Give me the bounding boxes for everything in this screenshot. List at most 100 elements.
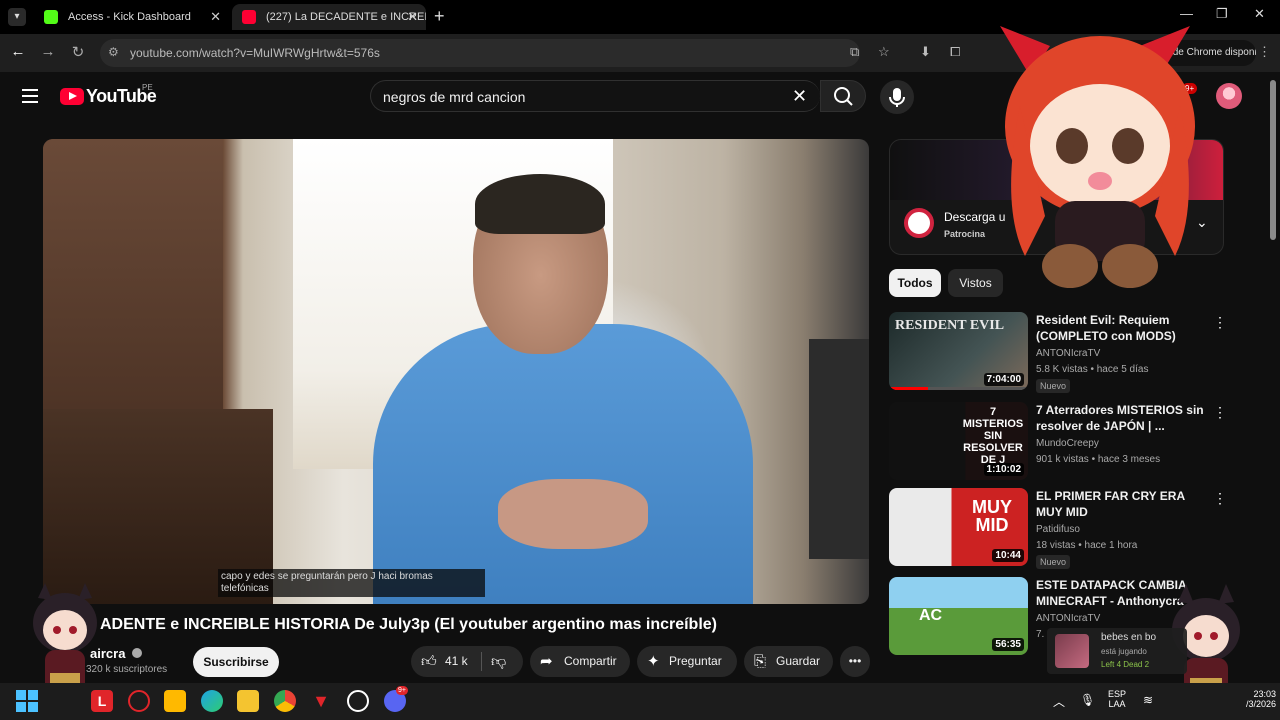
channel-name[interactable]: ANTONIcraTV [1036,613,1100,624]
file-explorer-icon[interactable] [237,690,259,712]
video-title[interactable]: Resident Evil: Requiem (COMPLETO con MOD… [1036,312,1211,344]
video-duration: 56:35 [992,638,1024,651]
country-code: PE [142,83,153,92]
maximize-button[interactable]: ❐ [1216,6,1228,22]
recommendation-item[interactable]: MUY MID 10:44 EL PRIMER FAR CRY ERA MUY … [889,488,1229,570]
game-activity-notification: bebes en bo está jugando Left 4 Dead 2 [1047,628,1187,674]
video-player[interactable]: capo y edes se preguntarán pero J haci b… [43,139,869,604]
chip-todos[interactable]: Todos [889,269,941,297]
tab-search-button[interactable]: ▾ [8,8,26,26]
menu-icon[interactable] [22,89,38,103]
thumbnail-text: 7 MISTERIOS SIN RESOLVER DE J [962,406,1024,466]
channel-name[interactable]: ANTONIcraTV [1036,348,1100,359]
opera-logo-icon [904,208,934,238]
new-tab-button[interactable]: + [434,6,445,27]
video-meta: 5.8 K vistas • hace 5 días [1036,364,1149,375]
video-thumbnail[interactable]: RESIDENT EVIL 7:04:00 [889,312,1028,390]
obs-icon[interactable] [347,690,369,712]
clock-date: /3/2026 [1245,699,1276,709]
watch-progress-bar [889,387,1028,390]
clock[interactable]: 23:03 /3/2026 [1236,689,1276,709]
share-button[interactable]: ➦ Compartir [530,646,630,677]
subscribe-button[interactable]: Suscribirse [193,647,279,677]
show-hidden-icons[interactable]: ︿ [1053,693,1065,710]
more-actions-button[interactable]: ••• [840,646,870,677]
thumbnail-text: MUY MID [972,497,1012,535]
more-options-icon[interactable]: ⋮ [1213,490,1227,507]
ask-button[interactable]: ✦ Preguntar [637,646,737,677]
dislike-icon[interactable]: 👎︎ [491,646,506,677]
youtube-logo-icon[interactable] [60,88,84,105]
kick-icon [44,10,58,24]
recommendation-item[interactable]: 7 MISTERIOS SIN RESOLVER DE J 1:10:02 7 … [889,402,1229,484]
new-badge: Nuevo [1036,379,1071,393]
discord-badge: 9+ [396,686,408,695]
save-button[interactable]: ⎘ Guardar [744,646,833,677]
search-button[interactable] [820,80,866,112]
downloads-icon[interactable]: ⬇ [920,44,931,60]
save-label: Guardar [776,654,821,668]
reload-button[interactable]: ↻ [68,43,88,61]
channel-name[interactable]: MundoCreepy [1036,438,1099,449]
site-info-icon[interactable]: ⚙ [108,45,119,59]
edge-icon[interactable] [201,690,223,712]
video-thumbnail[interactable]: MUY MID 10:44 [889,488,1028,566]
clock-time: 23:03 [1253,689,1276,699]
new-badge: Nuevo [1036,555,1071,569]
friend-avatar [1055,634,1089,668]
bookmark-icon: ⎘ [754,653,767,670]
video-meta: 18 vistas • hace 1 hora [1036,540,1138,551]
app-l-icon[interactable]: L [91,690,113,712]
plush-character-overlay [1000,26,1195,288]
video-duration: 1:10:02 [983,463,1024,476]
chrome-icon[interactable] [274,690,296,712]
close-tab-icon[interactable]: ✕ [407,4,418,30]
close-tab-icon[interactable]: ✕ [210,4,221,30]
video-thumbnail[interactable]: 7 MISTERIOS SIN RESOLVER DE J 1:10:02 [889,402,1028,480]
address-bar[interactable]: ⚙ youtube.com/watch?v=MuIWRWgHrtw&t=576s [100,39,860,67]
recommendation-item[interactable]: RESIDENT EVIL 7:04:00 Resident Evil: Req… [889,312,1229,394]
channel-name[interactable]: Patidifuso [1036,524,1080,535]
app-red-circle-icon[interactable] [128,690,150,712]
store-icon[interactable] [164,690,186,712]
search-icon [834,87,853,106]
video-frame-scene [43,139,223,409]
notification-game: Left 4 Dead 2 [1101,660,1150,669]
install-app-icon[interactable]: ⧉ [850,44,859,60]
account-avatar[interactable] [1216,83,1242,109]
tab-youtube[interactable]: (227) La DECADENTE e INCREIB ✕ [232,4,426,30]
search-box[interactable] [370,80,820,112]
clear-search-icon[interactable]: ✕ [792,86,807,107]
like-dislike-group: 👍︎ 41 k 👎︎ [411,646,523,677]
notification-user: bebes en bo [1101,632,1157,643]
voice-search-button[interactable] [880,80,914,114]
windows-taskbar: L ▼ 9+ ︿ 🎙︎ ESP LAA ≋ 23:03 /3/2026 [0,683,1280,720]
video-thumbnail[interactable]: AC 56:35 [889,577,1028,655]
tab-kick-dashboard[interactable]: Access - Kick Dashboard ✕ [34,4,229,30]
forward-button[interactable]: → [38,43,58,60]
video-title: ADENTE e INCREIBLE HISTORIA De July3p (E… [100,616,717,633]
chrome-menu-icon[interactable]: ⋮ [1258,44,1271,60]
tab-title: Access - Kick Dashboard [68,11,191,23]
notification-status: está jugando [1101,647,1147,656]
video-duration: 10:44 [992,549,1024,562]
like-icon[interactable]: 👍︎ [421,646,437,677]
windows-start-icon[interactable] [16,690,38,712]
microphone-tray-icon[interactable]: 🎙︎ [1080,693,1095,707]
language-indicator[interactable]: ESP LAA [1108,689,1126,709]
video-title[interactable]: EL PRIMER FAR CRY ERA MUY MID [1036,488,1211,520]
close-window-button[interactable]: ✕ [1254,6,1265,22]
share-label: Compartir [564,654,617,668]
wifi-icon[interactable]: ≋ [1143,693,1153,707]
more-options-icon[interactable]: ⋮ [1213,404,1227,421]
like-count[interactable]: 41 k [445,646,468,677]
extensions-icon[interactable]: ⧠ [950,44,960,60]
video-title[interactable]: 7 Aterradores MISTERIOS sin resolver de … [1036,402,1211,434]
video-meta: 901 k vistas • hace 3 meses [1036,454,1161,465]
page-scrollbar[interactable] [1270,80,1276,240]
back-button[interactable]: ← [8,43,28,60]
search-input[interactable] [383,87,783,107]
bookmark-star-icon[interactable]: ☆ [878,44,890,60]
more-options-icon[interactable]: ⋮ [1213,314,1227,331]
app-v-icon[interactable]: ▼ [310,690,332,712]
